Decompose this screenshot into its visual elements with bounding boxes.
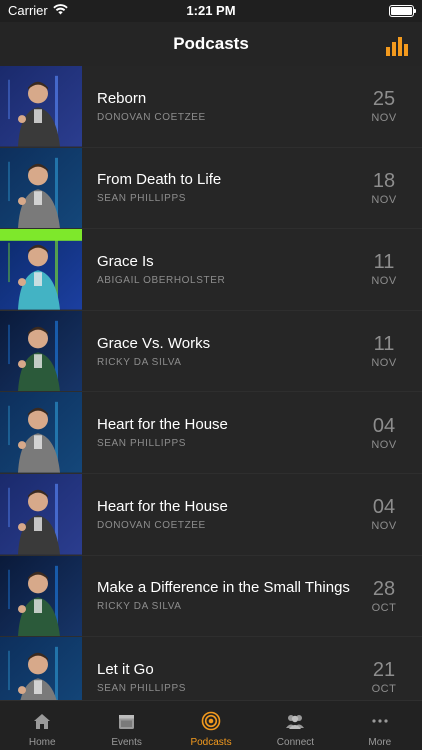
podcast-row[interactable]: Heart for the House SEAN PHILLIPPS 04 NOV: [0, 392, 422, 474]
podcast-month: NOV: [371, 357, 397, 370]
tab-label: Connect: [276, 737, 315, 748]
more-icon: [370, 711, 390, 731]
podcast-day: 21: [372, 659, 396, 682]
podcast-month: OCT: [371, 683, 397, 696]
tab-home[interactable]: Home: [0, 701, 84, 750]
podcast-month: NOV: [371, 193, 397, 206]
podcast-month: OCT: [371, 601, 397, 614]
podcast-thumbnail: [0, 473, 82, 555]
bar-chart-icon[interactable]: [386, 32, 412, 56]
podcast-day: 28: [372, 577, 396, 600]
page-title: Podcasts: [173, 34, 249, 53]
podcast-thumbnail: [0, 555, 82, 637]
podcast-title: Heart for the House: [97, 497, 228, 515]
podcast-info: Let it Go SEAN PHILLIPPS: [82, 637, 362, 700]
podcast-speaker: SEAN PHILLIPPS: [97, 682, 186, 694]
podcast-month: NOV: [371, 275, 397, 288]
podcast-info: Heart for the House SEAN PHILLIPPS: [82, 392, 362, 473]
podcast-day: 18: [372, 169, 396, 192]
podcast-thumbnail: [0, 392, 82, 473]
podcast-day: 11: [373, 333, 395, 356]
podcast-speaker: SEAN PHILLIPPS: [97, 193, 186, 205]
podcast-date: 28 OCT: [362, 556, 422, 637]
podcast-info: Grace Is ABIGAIL OBERHOLSTER: [82, 229, 362, 310]
podcast-row[interactable]: Heart for the House DONOVAN COETZEE 04 NOV: [0, 473, 422, 556]
podcast-info: Heart for the House DONOVAN COETZEE: [82, 474, 362, 555]
podcast-speaker: DONOVAN COETZEE: [97, 519, 206, 531]
battery-icon: [389, 5, 416, 17]
podcast-row[interactable]: Grace Vs. Works RICKY DA SILVA 11 NOV: [0, 310, 422, 393]
tab-label: Home: [28, 737, 56, 748]
podcast-title: Grace Vs. Works: [97, 334, 211, 352]
podcast-title: Reborn: [97, 89, 147, 107]
podcast-speaker: DONOVAN COETZEE: [97, 111, 206, 123]
podcast-thumbnail: [0, 66, 82, 147]
podcast-thumbnail: [0, 637, 82, 700]
home-icon: [32, 711, 52, 731]
podcast-speaker: SEAN PHILLIPPS: [97, 438, 186, 450]
calendar-icon: [117, 711, 137, 731]
podcast-date: 11 NOV: [362, 311, 422, 392]
podcast-day: 11: [373, 251, 395, 274]
tab-more[interactable]: More: [338, 701, 422, 750]
podcast-day: 04: [372, 414, 396, 437]
podcast-speaker: RICKY DA SILVA: [97, 356, 182, 368]
tab-podcasts[interactable]: Podcasts: [169, 701, 253, 750]
podcast-month: NOV: [371, 112, 397, 125]
podcast-info: Reborn DONOVAN COETZEE: [82, 66, 362, 147]
podcast-month: NOV: [371, 520, 397, 533]
podcast-thumbnail: [0, 310, 82, 392]
podcast-date: 04 NOV: [362, 392, 422, 473]
tab-label: More: [368, 737, 392, 748]
podcast-info: Grace Vs. Works RICKY DA SILVA: [82, 311, 362, 392]
podcast-title: Heart for the House: [97, 416, 228, 434]
podcast-thumbnail: [0, 229, 82, 310]
tab-label: Podcasts: [190, 737, 232, 748]
podcast-row[interactable]: Reborn DONOVAN COETZEE 25 NOV: [0, 66, 422, 148]
podcast-day: 25: [372, 88, 396, 111]
podcast-title: Let it Go: [97, 660, 154, 678]
podcast-thumbnail: [0, 147, 82, 229]
podcast-title: Grace Is: [97, 252, 154, 270]
podcast-speaker: ABIGAIL OBERHOLSTER: [97, 274, 226, 286]
tab-connect[interactable]: Connect: [253, 701, 337, 750]
podcast-speaker: RICKY DA SILVA: [97, 601, 182, 613]
podcast-date: 04 NOV: [362, 474, 422, 555]
tab-label: Events: [111, 737, 142, 748]
status-bar: Carrier 1:21 PM: [0, 0, 422, 22]
podcast-row[interactable]: Make a Difference in the Small Things RIC…: [0, 555, 422, 638]
status-time: 1:21 PM: [186, 3, 236, 18]
podcast-day: 04: [372, 496, 396, 519]
podcast-row[interactable]: From Death to Life SEAN PHILLIPPS 18 NOV: [0, 147, 422, 230]
tab-bar: Home Events Podcasts Connect More: [0, 700, 422, 750]
podcast-list: Reborn DONOVAN COETZEE 25 NOV From Death to …: [0, 66, 422, 700]
people-icon: [285, 711, 305, 731]
podcast-info: From Death to Life SEAN PHILLIPPS: [82, 148, 362, 229]
podcast-row[interactable]: Grace Is ABIGAIL OBERHOLSTER 11 NOV: [0, 229, 422, 311]
podcast-row[interactable]: Let it Go SEAN PHILLIPPS 21 OCT: [0, 637, 422, 700]
podcast-date: 25 NOV: [362, 66, 422, 147]
podcast-title: From Death to Life: [97, 171, 222, 189]
navigation-bar: Podcasts: [0, 22, 422, 66]
podcast-date: 11 NOV: [362, 229, 422, 310]
tab-events[interactable]: Events: [84, 701, 168, 750]
podcast-title: Make a Difference in the Small Things: [97, 579, 350, 597]
podcast-month: NOV: [371, 438, 397, 451]
podcast-date: 21 OCT: [362, 637, 422, 700]
podcast-date: 18 NOV: [362, 148, 422, 229]
podcast-info: Make a Difference in the Small Things RIC…: [82, 556, 362, 637]
podcast-icon: [201, 711, 221, 731]
